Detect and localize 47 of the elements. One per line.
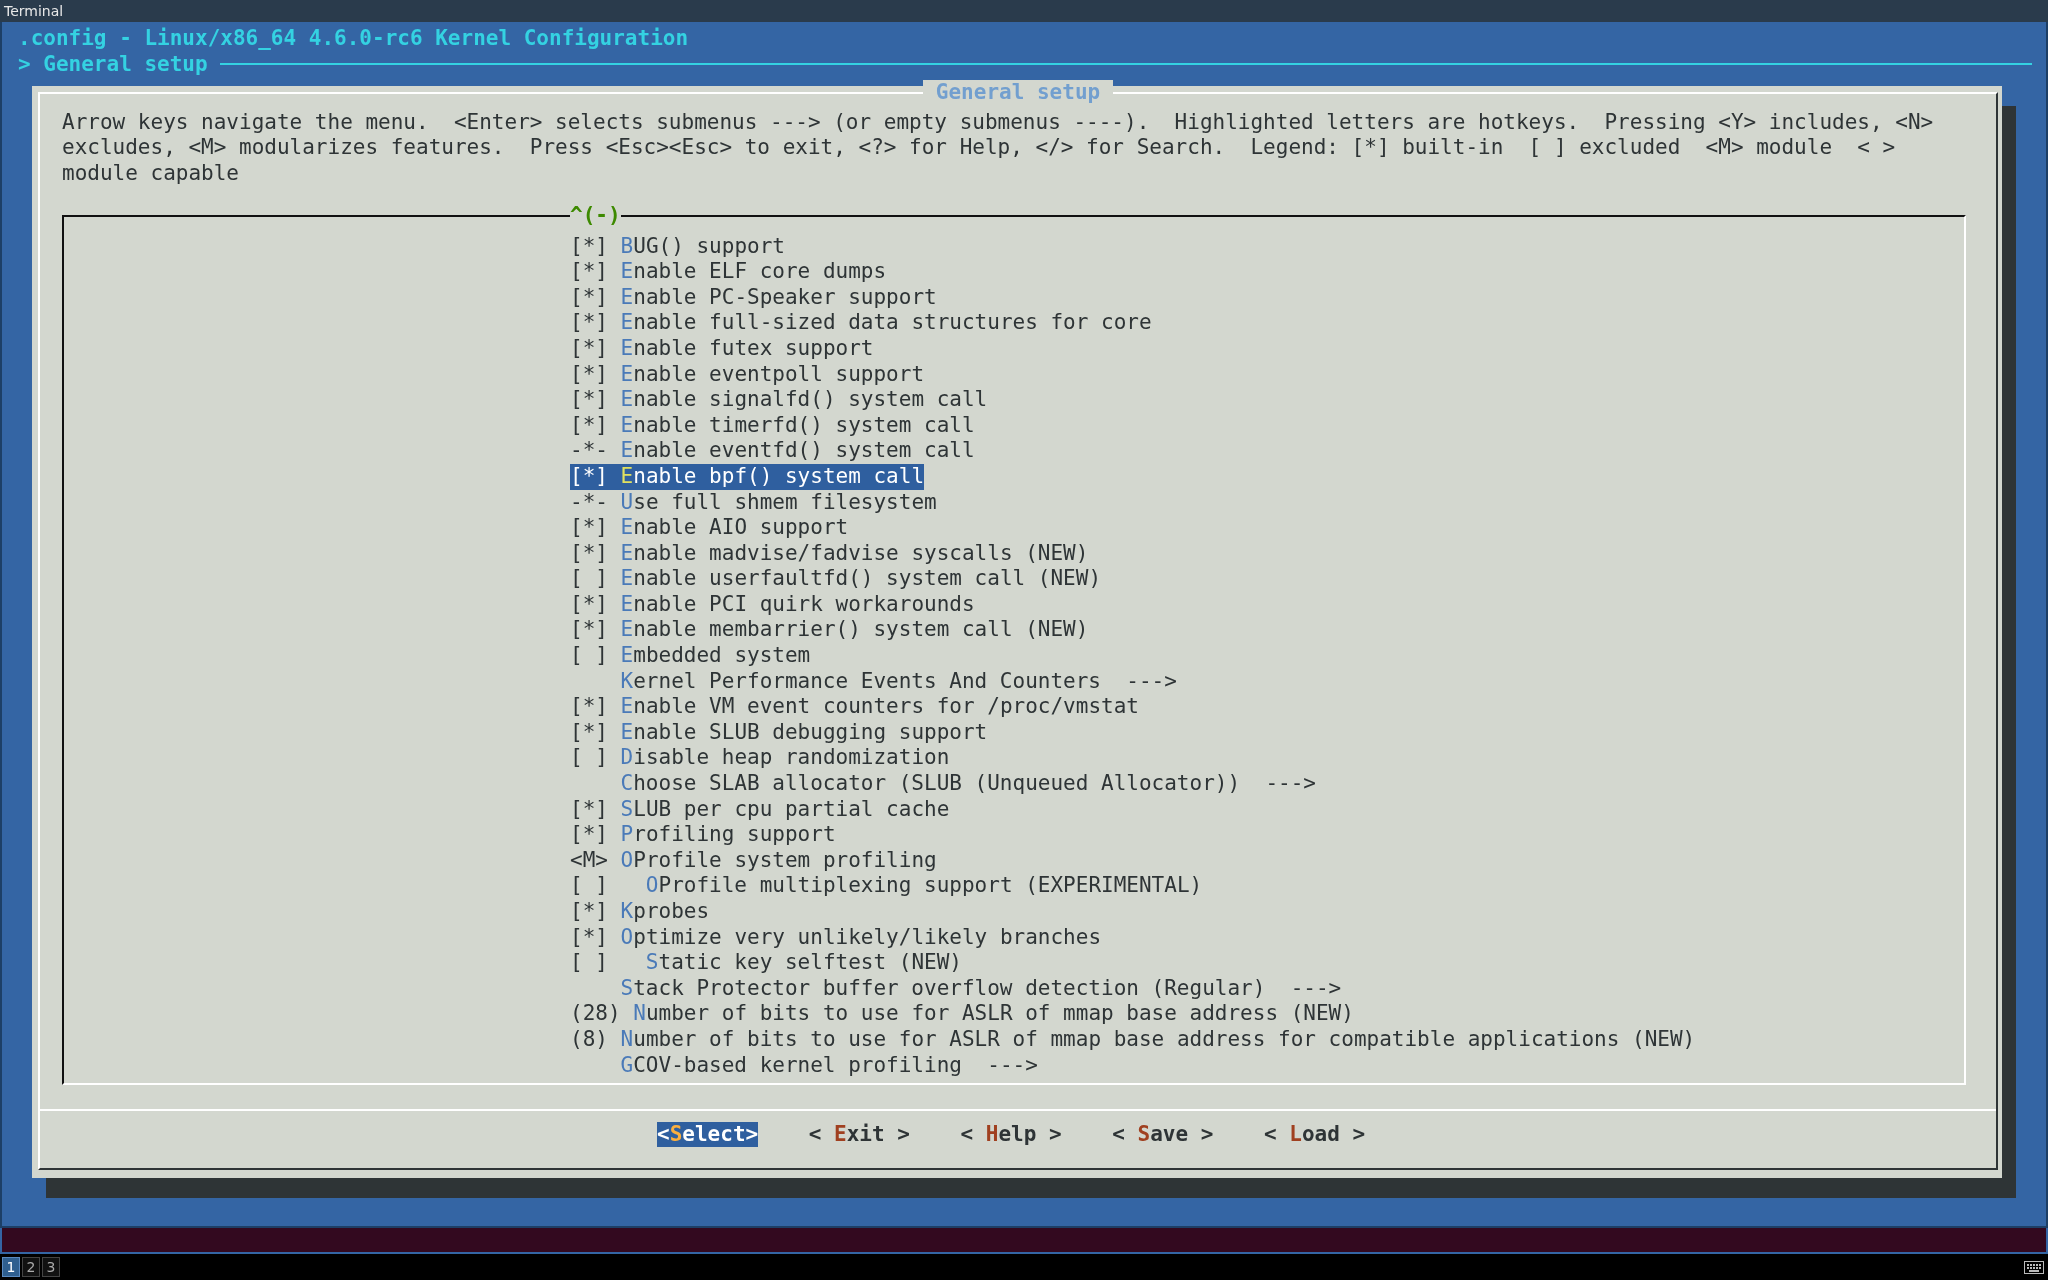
workspace-button[interactable]: 2 [22,1257,40,1277]
menu-item[interactable]: Stack Protector buffer overflow detection (Regular) ---> [570,975,1342,1002]
menu-item[interactable]: [*] BUG() support [570,233,785,260]
menu-item[interactable]: [*] Optimize very unlikely/likely branches [570,924,1102,951]
breadcrumb: > General setup [18,51,208,78]
dialog-title: General setup [923,80,1113,106]
dialog-button[interactable]: <Select> [657,1121,759,1148]
menu-item[interactable]: [*] Enable timerfd() system call [570,412,975,439]
keyboard-icon[interactable] [2024,1260,2044,1274]
menu-item[interactable]: [*] Enable madvise/fadvise syscalls (NEW) [570,540,1089,567]
menu-item[interactable]: [ ] Disable heap randomization [570,745,950,772]
help-text: Arrow keys navigate the menu. <Enter> selects submenus ---> (or empty submenus ----). Highlighted letters are hotkeys. Pressing <Y> includes, <N> excludes, <M> modularizes features. Press <Esc><Esc> to exit, <?> for Help, </> for Search. Legend: [*] built-in [ ] excluded <M> module < > module capable [62,109,1935,187]
workspace-button[interactable]: 1 [2,1257,20,1277]
menu-item[interactable]: (8) Number of bits to use for ASLR of mmap base address for compatible applications (NEW) [570,1026,1696,1053]
menu-item[interactable]: [*] Enable PC-Speaker support [570,284,937,311]
dialog-button[interactable]: < Help > [960,1121,1062,1148]
menu-item[interactable]: [*] Enable AIO support [570,515,849,541]
workspace-button[interactable]: 3 [42,1257,60,1277]
menu-item[interactable]: [*] Enable PCI quirk workarounds [570,591,975,618]
menu-item[interactable]: [*] Enable SLUB debugging support [570,719,988,746]
menu-item[interactable]: [*] Enable ELF core dumps [570,259,887,285]
menu-item[interactable]: -*- Use full shmem filesystem [570,489,937,516]
menu-item[interactable]: GCOV-based kernel profiling ---> [570,1052,1038,1079]
menu-item[interactable]: [*] Kprobes [570,899,710,925]
menu-item[interactable]: [*] Enable signalfd() system call [570,387,988,413]
config-title: .config - Linux/x86_64 4.6.0-rc6 Kernel Configuration [18,26,690,52]
menu-item[interactable]: [*] Enable full-sized data structures for core [570,310,1152,336]
menu-item[interactable]: [*] SLUB per cpu partial cache [570,796,950,823]
menu-item[interactable]: [*] Enable bpf() system call [570,463,925,490]
menu-item[interactable]: [*] Enable VM event counters for /proc/vmstat [570,694,1139,720]
dialog-button[interactable]: < Load > [1263,1121,1366,1148]
menu-item[interactable]: <M> OProfile system profiling [570,847,937,874]
menu-item[interactable]: [ ] OProfile multiplexing support (EXPERIMENTAL) [570,873,1203,899]
menu-item[interactable]: [*] P rofiling support [570,822,836,848]
menu-item[interactable]: -*- Enable eventfd() system call [570,438,975,464]
menu-item[interactable]: [ ] Embedded system [570,643,811,669]
menu-item[interactable]: [*] Enable membarrier() system call (NEW) [570,617,1089,644]
dialog-button[interactable]: < Exit > [808,1121,910,1148]
menu-item[interactable]: [*] Enable futex support [570,335,874,362]
menu-item[interactable]: Kernel Performance Events And Counters ---> [570,668,1177,695]
dialog-button[interactable]: < Save > [1112,1121,1214,1148]
menu-item[interactable]: Choose SLAB allocator (SLUB (Unqueued Allocator)) ---> [570,771,1316,797]
menu-item[interactable]: (28) Number of bits to use for ASLR of mmap base address (NEW) [570,1001,1354,1027]
window-title: Terminal [4,3,64,19]
menu-item[interactable]: [ ] Static key selftest (NEW) [570,950,962,976]
menu-item[interactable]: [ ] Enable userfaultfd() system call (NEW) [570,566,1102,592]
menu-item[interactable]: [*] Enable eventpoll support [570,361,925,388]
